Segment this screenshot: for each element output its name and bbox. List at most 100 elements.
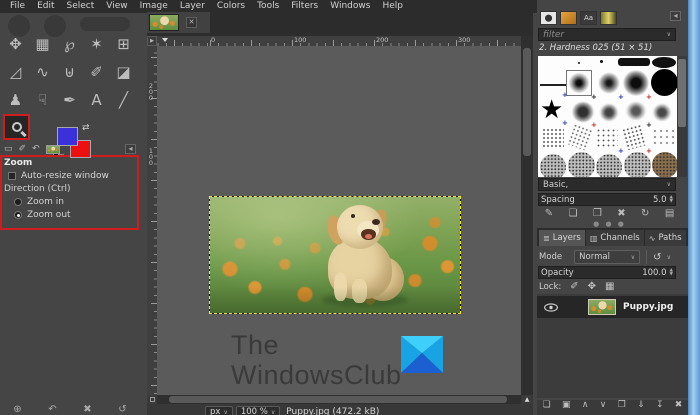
tab-channels[interactable]: ▥ Channels	[585, 230, 644, 246]
refresh-brushes-icon[interactable]: ↻	[641, 209, 649, 219]
delete-brush-icon[interactable]: ✖	[617, 209, 625, 219]
spacing-slider[interactable]: Spacing 5.0 ▲ ▼	[538, 193, 676, 206]
fonts-tab-icon[interactable]: Aa	[580, 10, 597, 25]
tool-shear-button[interactable]: ◿	[2, 58, 29, 86]
brush-thumb[interactable]	[596, 128, 618, 148]
undo-history-tab-icon[interactable]: ↶	[32, 145, 40, 154]
tool-text-button[interactable]: A	[83, 86, 110, 114]
tool-free-select-button[interactable]: ℘	[56, 30, 83, 58]
tool-warp-button[interactable]: ∿	[29, 58, 56, 86]
brush-thumb[interactable]	[600, 60, 603, 63]
zoom-in-radio[interactable]	[14, 197, 22, 206]
tool-rectangle-select-button[interactable]: ▦	[29, 30, 56, 58]
brush-thumb[interactable]	[542, 128, 564, 148]
delete-layer-icon[interactable]: ✖	[675, 400, 683, 410]
mode-dropdown[interactable]: Normal ∨	[574, 250, 641, 264]
brush-thumb-star[interactable]: ★	[540, 96, 563, 124]
vertical-scrollbar-thumb[interactable]	[523, 48, 531, 156]
swap-colors-icon[interactable]: ⇄	[82, 123, 90, 133]
tool-color-picker-button[interactable]: ╱	[110, 86, 137, 114]
zoom-out-radio-selected[interactable]	[14, 210, 22, 219]
auto-resize-checkbox[interactable]	[8, 171, 16, 180]
brush-thumb[interactable]	[578, 62, 580, 64]
image-tab[interactable]: ✕	[147, 12, 210, 33]
brush-thumb-selected[interactable]	[566, 70, 592, 96]
lock-alpha-icon[interactable]: ▦	[605, 281, 614, 292]
layer-thumbnail[interactable]	[588, 299, 616, 315]
brush-thumb[interactable]	[624, 152, 651, 177]
restore-preset-icon[interactable]: ↶	[48, 405, 56, 415]
tool-ink-button[interactable]: ✒	[56, 86, 83, 114]
horizontal-scrollbar[interactable]	[157, 395, 521, 404]
spinner-arrows-icon[interactable]: ▲ ▼	[670, 268, 673, 277]
vertical-scrollbar[interactable]	[521, 36, 533, 395]
brush-thumb[interactable]	[540, 84, 566, 86]
menu-file[interactable]: File	[4, 0, 31, 13]
new-layer-icon[interactable]: ❏	[543, 400, 551, 410]
tool-fuzzy-select-button[interactable]: ✶	[83, 30, 110, 58]
brush-thumb[interactable]	[652, 152, 677, 177]
zoom-level-dropdown[interactable]: 100 % ∨	[235, 406, 281, 415]
tool-crop-button[interactable]: ⊞	[110, 30, 137, 58]
detach-arrow-icon[interactable]: ◂	[125, 144, 136, 154]
save-preset-icon[interactable]: ⊕	[13, 405, 21, 415]
lower-layer-icon[interactable]: ∨	[600, 400, 607, 410]
brush-thumb[interactable]	[618, 58, 650, 66]
gradients-tab-icon[interactable]	[600, 10, 617, 25]
tool-bucket-fill-button[interactable]: ⊎	[56, 58, 83, 86]
foreground-color-swatch[interactable]	[57, 127, 78, 146]
tool-paintbrush-button[interactable]: ✐	[83, 58, 110, 86]
tool-eraser-button[interactable]: ◪	[110, 58, 137, 86]
menu-edit[interactable]: Edit	[31, 0, 60, 13]
brush-thumb[interactable]	[626, 102, 646, 120]
tool-options-tab-icon[interactable]: ✐	[19, 145, 27, 154]
quick-mask-toggle[interactable]	[147, 395, 157, 404]
brush-grid-scrollbar[interactable]	[677, 56, 687, 177]
menu-select[interactable]: Select	[61, 0, 101, 13]
layer-row-selected[interactable]: Puppy.jpg	[537, 296, 688, 318]
delete-preset-icon[interactable]: ✖	[83, 405, 91, 415]
visibility-eye-icon[interactable]	[544, 302, 558, 312]
brush-filter-input[interactable]: filter ∨	[538, 28, 676, 41]
brush-thumb[interactable]	[653, 104, 671, 121]
brush-thumb[interactable]	[600, 104, 618, 121]
units-dropdown[interactable]: px ∨	[205, 406, 233, 415]
duplicate-brush-icon[interactable]: ❐	[593, 209, 602, 219]
anchor-layer-icon[interactable]: ↧	[656, 400, 664, 410]
detach-arrow-icon[interactable]: ◂	[670, 11, 681, 21]
layer-name[interactable]: Puppy.jpg	[623, 302, 673, 312]
brush-thumb[interactable]	[598, 72, 620, 94]
duplicate-layer-icon[interactable]: ❐	[618, 400, 626, 410]
opacity-slider[interactable]: Opacity 100.0 ▲ ▼	[538, 266, 676, 279]
device-status-tab-icon[interactable]: ▭	[4, 145, 13, 154]
brush-set-dropdown[interactable]: Basic, ∨	[538, 178, 676, 191]
tool-clone-button[interactable]: ♟	[2, 86, 29, 114]
brush-thumb[interactable]	[572, 102, 594, 122]
spinner-arrows-icon[interactable]: ▲ ▼	[670, 195, 673, 204]
patterns-tab-icon[interactable]	[560, 10, 577, 25]
new-layer-group-icon[interactable]: ▣	[562, 400, 571, 410]
brush-thumb[interactable]	[652, 128, 674, 148]
brushes-tab-icon[interactable]: ⬤	[540, 10, 557, 25]
images-tab-icon[interactable]	[45, 145, 60, 154]
brush-thumb[interactable]	[566, 123, 594, 151]
tool-zoom-button-selected[interactable]	[3, 114, 30, 140]
dock-resize-grip[interactable]: ● ● ●	[537, 221, 682, 228]
open-brush-as-image-icon[interactable]: ▤	[665, 209, 674, 219]
menu-view[interactable]: View	[100, 0, 133, 13]
chevron-down-icon[interactable]: ∨	[667, 254, 671, 261]
brush-thumb[interactable]	[621, 123, 647, 151]
canvas-area[interactable]: The WindowsClub	[157, 46, 521, 395]
brush-thumb[interactable]	[568, 152, 595, 177]
brush-thumb[interactable]	[651, 69, 677, 96]
ruler-corner-menu-button[interactable]: ▶	[147, 36, 157, 46]
new-brush-icon[interactable]: ❏	[569, 209, 578, 219]
reset-options-icon[interactable]: ↺	[118, 405, 126, 415]
brush-thumb[interactable]	[596, 154, 622, 177]
tab-paths[interactable]: ∿ Paths	[644, 230, 686, 246]
horizontal-scrollbar-thumb[interactable]	[169, 396, 507, 403]
brush-grid[interactable]: ★ + + + + + + + + +	[538, 56, 677, 177]
tool-move-button[interactable]: ✥	[2, 30, 29, 58]
mode-switch-icon[interactable]: ↺	[653, 252, 661, 263]
merge-down-icon[interactable]: ⇓	[637, 400, 645, 410]
